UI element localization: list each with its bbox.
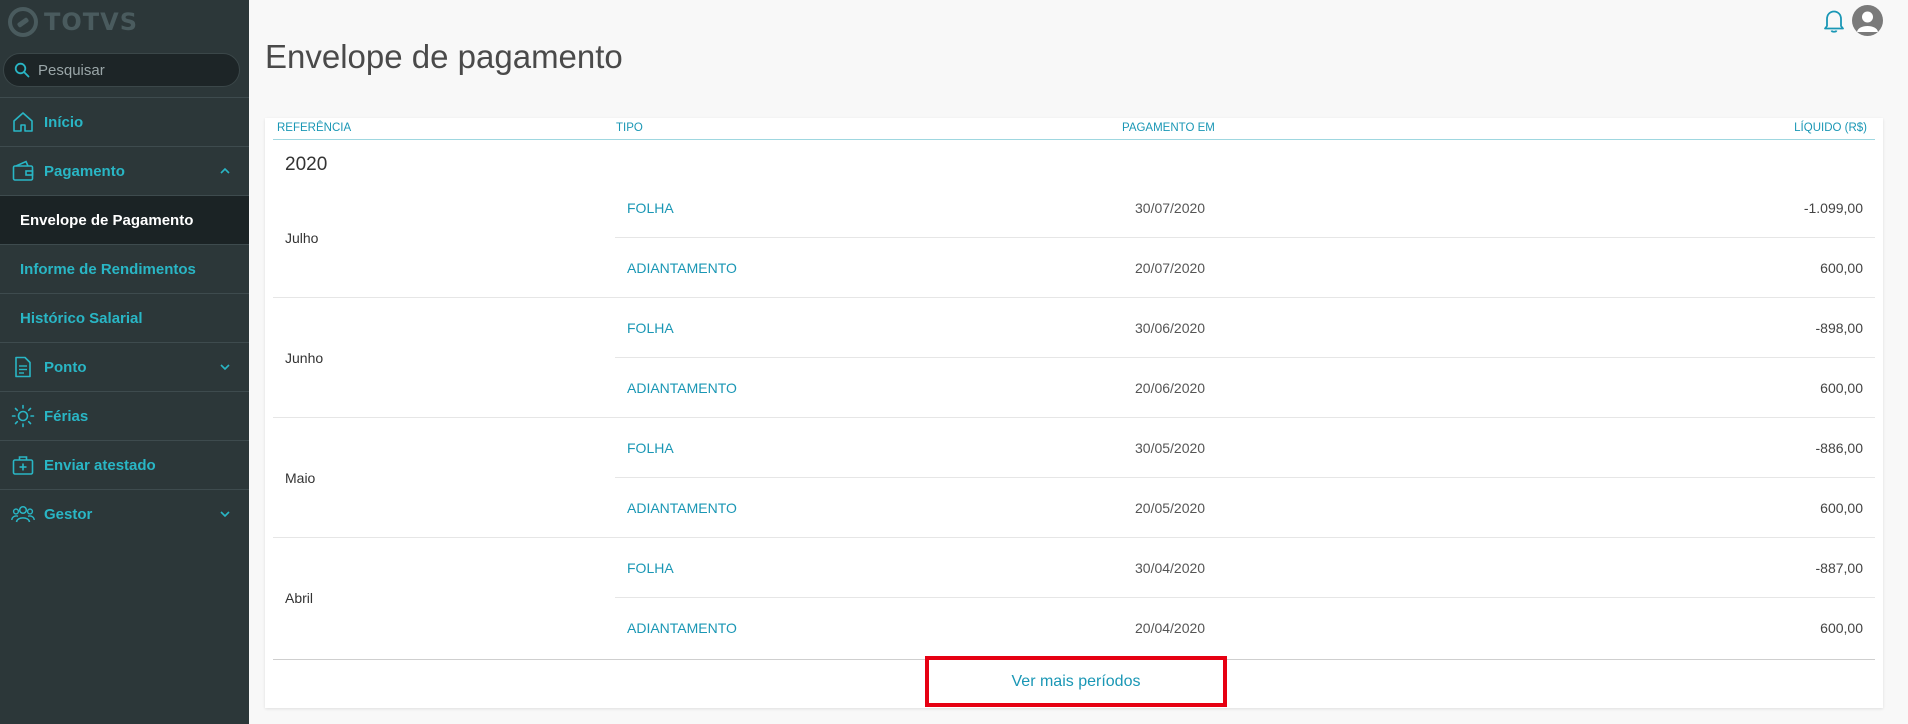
month-group: Julho FOLHA 30/07/2020 -1.099,00 ADIANTA…	[273, 178, 1875, 298]
payment-date: 20/06/2020	[1135, 380, 1206, 396]
net-value: 600,00	[1820, 260, 1863, 276]
search-input[interactable]	[38, 61, 228, 79]
month-name: Junho	[285, 350, 324, 366]
payment-date: 30/05/2020	[1135, 440, 1206, 456]
avatar[interactable]	[1852, 5, 1883, 36]
table-row[interactable]: ADIANTAMENTO 20/07/2020 600,00	[615, 238, 1875, 298]
search-box	[3, 53, 240, 87]
table-row[interactable]: ADIANTAMENTO 20/05/2020 600,00	[615, 478, 1875, 538]
home-icon	[13, 112, 33, 132]
column-header-liquido: LÍQUIDO (R$)	[1794, 122, 1867, 134]
sidebar-item-informe-de-rendimentos[interactable]: Informe de Rendimentos	[0, 244, 249, 293]
payment-date: 20/07/2020	[1135, 260, 1206, 276]
payment-date: 20/04/2020	[1135, 620, 1206, 636]
payment-envelope-card: REFERÊNCIA TIPO PAGAMENTO EM LÍQUIDO (R$…	[265, 118, 1883, 708]
wallet-icon	[12, 160, 34, 181]
table-row[interactable]: ADIANTAMENTO 20/04/2020 600,00	[615, 598, 1875, 658]
logo-text: TOTVS	[44, 8, 139, 36]
table-header: REFERÊNCIA TIPO PAGAMENTO EM LÍQUIDO (R$…	[273, 118, 1875, 140]
bell-icon[interactable]	[1822, 8, 1846, 34]
payment-type-link[interactable]: ADIANTAMENTO	[627, 500, 737, 516]
column-header-tipo: TIPO	[616, 122, 643, 134]
net-value: 600,00	[1820, 500, 1863, 516]
table-row[interactable]: ADIANTAMENTO 20/06/2020 600,00	[615, 358, 1875, 418]
user-icon	[1857, 11, 1878, 32]
payment-type-link[interactable]: ADIANTAMENTO	[627, 260, 737, 276]
column-header-pagamento-em: PAGAMENTO EM	[1122, 122, 1215, 134]
sidebar-item-label: Férias	[44, 407, 89, 425]
page-title: Envelope de pagamento	[265, 38, 623, 75]
payment-date: 20/05/2020	[1135, 500, 1206, 516]
payment-type-link[interactable]: FOLHA	[627, 440, 674, 456]
sidebar-item-label: Envelope de Pagamento	[20, 211, 194, 229]
column-header-referencia: REFERÊNCIA	[277, 122, 352, 134]
year-label: 2020	[285, 154, 328, 175]
sidebar-item-historico-salarial[interactable]: Histórico Salarial	[0, 293, 249, 342]
totvs-logo-icon	[8, 7, 38, 37]
payment-type-link[interactable]: FOLHA	[627, 320, 674, 336]
month-group: Abril FOLHA 30/04/2020 -887,00 ADIANTAME…	[273, 538, 1875, 658]
month-group: Junho FOLHA 30/06/2020 -898,00 ADIANTAME…	[273, 298, 1875, 418]
table-row[interactable]: FOLHA 30/07/2020 -1.099,00	[615, 178, 1875, 238]
more-periods-button[interactable]: Ver mais períodos	[925, 656, 1227, 707]
net-value: -886,00	[1815, 440, 1863, 456]
payment-type-link[interactable]: FOLHA	[627, 200, 674, 216]
chevron-down-icon[interactable]	[219, 508, 231, 520]
payment-type-link[interactable]: ADIANTAMENTO	[627, 620, 737, 636]
table-row[interactable]: FOLHA 30/05/2020 -886,00	[615, 418, 1875, 478]
payment-date: 30/06/2020	[1135, 320, 1206, 336]
search-icon	[14, 62, 30, 78]
sidebar-item-label: Pagamento	[44, 162, 125, 180]
net-value: 600,00	[1820, 380, 1863, 396]
table-row[interactable]: FOLHA 30/06/2020 -898,00	[615, 298, 1875, 358]
net-value: -1.099,00	[1803, 200, 1863, 216]
payment-type-link[interactable]: ADIANTAMENTO	[627, 380, 737, 396]
net-value: 600,00	[1820, 620, 1863, 636]
month-name: Maio	[285, 470, 316, 486]
sidebar-item-gestor[interactable]: Gestor	[0, 489, 249, 538]
payment-date: 30/07/2020	[1135, 200, 1206, 216]
totvs-logo[interactable]: TOTVS	[8, 6, 138, 38]
net-value: -887,00	[1815, 560, 1863, 576]
sidebar-item-enviar-atestado[interactable]: Enviar atestado	[0, 440, 249, 489]
sun-icon	[11, 404, 35, 428]
sidebar-item-inicio[interactable]: Início	[0, 97, 249, 146]
sidebar-item-label: Histórico Salarial	[20, 309, 143, 327]
net-value: -898,00	[1815, 320, 1863, 336]
payment-type-link[interactable]: FOLHA	[627, 560, 674, 576]
sidebar-item-ferias[interactable]: Férias	[0, 391, 249, 440]
sidebar-item-pagamento[interactable]: Pagamento	[0, 146, 249, 195]
sidebar-item-label: Enviar atestado	[44, 456, 156, 474]
month-name: Abril	[285, 590, 314, 606]
month-name: Julho	[285, 230, 319, 246]
medical-kit-icon	[12, 456, 34, 475]
sidebar-item-label: Início	[44, 113, 84, 131]
chevron-up-icon[interactable]	[219, 165, 231, 177]
sidebar: TOTVS Início Pagamento Envelope de Pagam…	[0, 0, 249, 724]
sidebar-item-label: Gestor	[44, 505, 93, 523]
sidebar-item-envelope-de-pagamento[interactable]: Envelope de Pagamento	[0, 195, 249, 244]
payment-date: 30/04/2020	[1135, 560, 1206, 576]
month-group: Maio FOLHA 30/05/2020 -886,00 ADIANTAMEN…	[273, 418, 1875, 538]
sidebar-item-label: Ponto	[44, 358, 87, 376]
group-icon	[11, 505, 35, 523]
sidebar-item-label: Informe de Rendimentos	[20, 260, 196, 278]
table-row[interactable]: FOLHA 30/04/2020 -887,00	[615, 538, 1875, 598]
sidebar-item-ponto[interactable]: Ponto	[0, 342, 249, 391]
chevron-down-icon[interactable]	[219, 361, 231, 373]
document-icon	[15, 356, 31, 378]
sidebar-menu: Início Pagamento Envelope de Pagamento I…	[0, 97, 249, 538]
